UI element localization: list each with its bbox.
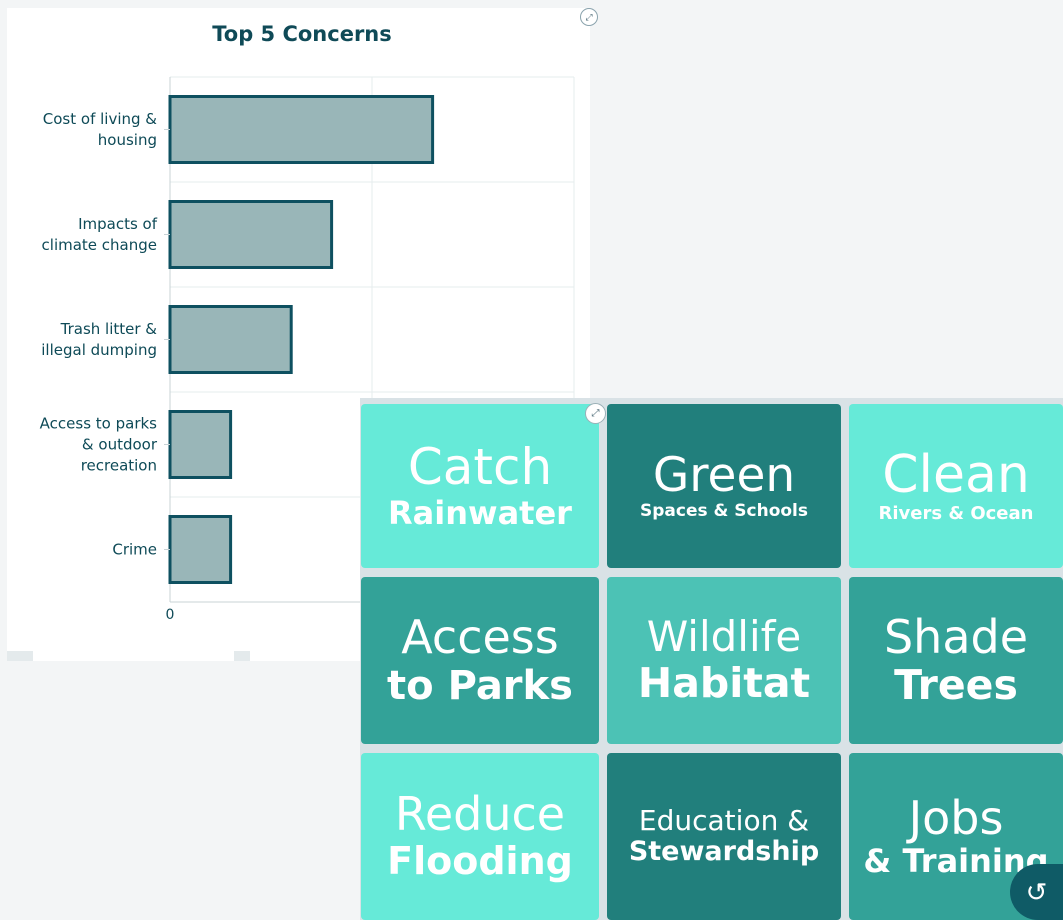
tile-subtitle: Habitat — [637, 659, 811, 708]
tile-title: Access — [401, 610, 559, 665]
chart-scroll-stub-right — [234, 651, 250, 661]
bar-3 — [168, 410, 233, 479]
category-label-2: Trash litter & illegal dumping — [41, 320, 157, 359]
x-tick-label-0: 0 — [166, 607, 175, 623]
tile-reduce[interactable]: Reduce Flooding — [361, 753, 599, 920]
category-label-line: recreation — [81, 457, 157, 475]
tile-access[interactable]: Access to Parks — [361, 577, 599, 744]
tile-subtitle: Flooding — [387, 838, 573, 883]
tile-title: Jobs — [908, 790, 1004, 845]
tile-title: Education & — [638, 803, 810, 837]
category-label-line: climate change — [42, 236, 157, 254]
tile-subtitle: Trees — [894, 661, 1018, 710]
category-label-line: illegal dumping — [41, 341, 157, 359]
tile-grid-panel: Catch Rainwater Green Spaces & Schools Clean… — [360, 398, 1063, 920]
tile-subtitle: Rivers & Ocean — [878, 503, 1034, 525]
bar-2 — [168, 305, 293, 374]
tile-title: Shade — [883, 609, 1029, 664]
category-label-line: Impacts of — [78, 215, 158, 233]
tile-subtitle: Rainwater — [388, 494, 572, 533]
bar-4 — [168, 515, 233, 584]
category-label-4: Crime — [112, 541, 157, 559]
tile-catch[interactable]: Catch Rainwater — [361, 404, 599, 568]
chart-title: Top 5 Concerns — [212, 22, 392, 46]
bar-0 — [168, 95, 435, 164]
category-label-3: Access to parks & outdoor recreation — [40, 415, 158, 475]
chart-expand-icon[interactable]: ⤢ — [580, 8, 598, 26]
category-label-line: Access to parks — [40, 415, 158, 433]
reset-icon[interactable]: ↺ — [1010, 864, 1063, 920]
category-label-1: Impacts of climate change — [42, 215, 158, 254]
category-label-line: & outdoor — [82, 436, 158, 454]
tile-subtitle: to Parks — [387, 662, 573, 709]
tile-title: Green — [652, 448, 796, 504]
tile-wildlife[interactable]: Wildlife Habitat — [607, 577, 841, 744]
category-label-line: Crime — [112, 541, 157, 559]
tile-subtitle: Spaces & Schools — [640, 501, 808, 522]
tile-expand-icon[interactable]: ⤢ — [585, 403, 606, 424]
tile-education[interactable]: Education & Stewardship — [607, 753, 841, 920]
tile-subtitle: Stewardship — [628, 836, 820, 868]
tile-title: Catch — [407, 438, 553, 497]
category-label-line: housing — [98, 131, 157, 149]
tile-title: Reduce — [394, 787, 566, 842]
tile-shade[interactable]: Shade Trees — [849, 577, 1063, 744]
tile-title: Wildlife — [646, 611, 802, 661]
bar-1 — [168, 200, 334, 269]
tile-green[interactable]: Green Spaces & Schools — [607, 404, 841, 568]
category-label-line: Trash litter & — [60, 320, 158, 338]
tile-title: Clean — [882, 445, 1030, 506]
chart-scroll-stub-left — [7, 651, 33, 661]
tile-clean[interactable]: Clean Rivers & Ocean — [849, 404, 1063, 568]
category-label-0: Cost of living & housing — [43, 110, 158, 149]
category-label-line: Cost of living & — [43, 110, 158, 128]
